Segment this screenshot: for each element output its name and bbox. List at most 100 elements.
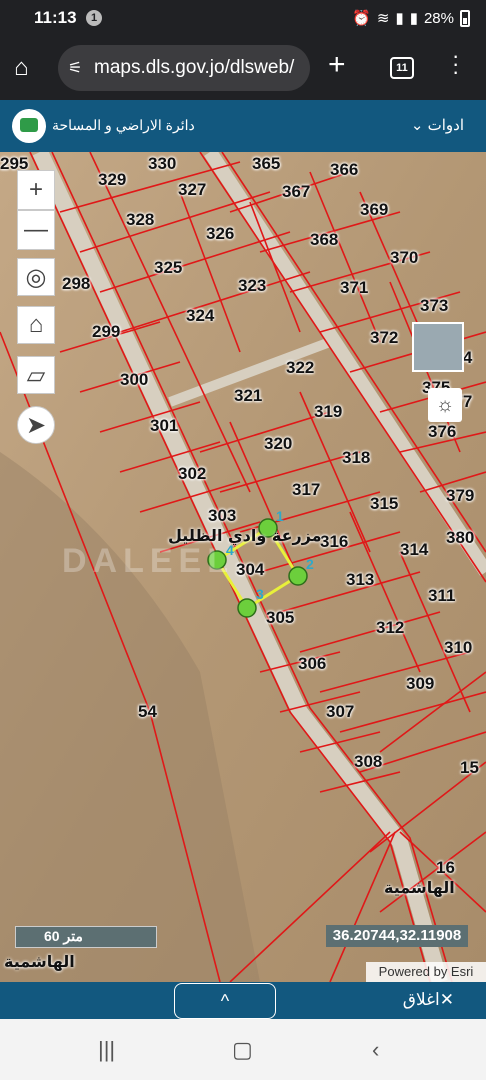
brightness-icon[interactable]: ☼: [428, 388, 462, 422]
parcel-label[interactable]: 299: [92, 322, 120, 342]
parcel-label[interactable]: 327: [178, 180, 206, 200]
parcel-label[interactable]: 309: [406, 674, 434, 694]
tools-label: ادوات: [427, 117, 464, 134]
wifi-icon: ≋: [376, 10, 390, 27]
close-icon: ✕: [439, 990, 454, 1009]
parcel-label[interactable]: 323: [238, 276, 266, 296]
basemap-thumbnail[interactable]: [412, 322, 464, 372]
parcel-label[interactable]: 318: [342, 448, 370, 468]
parcel-label[interactable]: 370: [390, 248, 418, 268]
parcel-label[interactable]: 319: [314, 402, 342, 422]
parcel-label[interactable]: 298: [62, 274, 90, 294]
tools-menu[interactable]: ⌄ ادوات: [411, 116, 464, 134]
url-text[interactable]: maps.dls.gov.jo/dlsweb/: [94, 57, 304, 79]
parcel-label[interactable]: 376: [428, 422, 456, 442]
parcel-label[interactable]: 367: [282, 182, 310, 202]
parcel-label[interactable]: 380: [446, 528, 474, 548]
parcel-label[interactable]: 16: [436, 858, 455, 878]
url-bar[interactable]: ⚟ maps.dls.gov.jo/dlsweb/: [58, 45, 310, 91]
parcel-label[interactable]: 371: [340, 278, 368, 298]
close-button[interactable]: اغلاق✕: [403, 990, 454, 1010]
parcel-label[interactable]: 368: [310, 230, 338, 250]
scale-bar: 60 متر: [15, 926, 157, 948]
parcel-label[interactable]: 369: [360, 200, 388, 220]
expand-panel-button[interactable]: ^: [174, 983, 276, 1019]
area-label: الهاشمية: [384, 878, 455, 897]
parcel-label[interactable]: 308: [354, 752, 382, 772]
parcel-label[interactable]: 321: [234, 386, 262, 406]
watermark: DALEEL: [62, 542, 234, 580]
parcel-label[interactable]: 325: [154, 258, 182, 278]
vertex-number: 4: [226, 542, 234, 558]
status-time: 11:13: [34, 8, 77, 27]
parcel-label[interactable]: 300: [120, 370, 148, 390]
parcel-label[interactable]: 324: [186, 306, 214, 326]
new-tab-button[interactable]: +: [328, 48, 346, 82]
battery-icon: [460, 9, 470, 27]
vertex-number: 1: [276, 508, 284, 524]
status-bar: 11:13 1 ⏰ ≋ ▮ ▮ 28%: [0, 0, 486, 36]
vertex-number: 2: [306, 556, 314, 572]
parcel-label[interactable]: 310: [444, 638, 472, 658]
parcel-label[interactable]: 379: [446, 486, 474, 506]
coordinates-readout: 36.20744,32.11908: [326, 925, 468, 947]
parcel-label[interactable]: 315: [370, 494, 398, 514]
parcel-label[interactable]: 15: [460, 758, 479, 778]
parcel-label[interactable]: 330: [148, 154, 176, 174]
map-view[interactable]: DALEEL 295 330 365 366 329 327 367 369 328 326 368…: [0, 152, 486, 982]
parcel-label[interactable]: 314: [400, 540, 428, 560]
parcel-label[interactable]: 317: [292, 480, 320, 500]
alarm-icon: ⏰: [352, 10, 371, 27]
parcel-label[interactable]: 328: [126, 210, 154, 230]
browser-toolbar: ⌂ ⚟ maps.dls.gov.jo/dlsweb/ + 11 · · ·: [0, 36, 486, 100]
app-header: دائرة الاراضي و المساحة ⌄ ادوات: [0, 100, 486, 152]
farm-name-label: مزرعة وادي الظليل: [168, 526, 322, 545]
parcel-label[interactable]: 303: [208, 506, 236, 526]
signal-icon: ▮: [395, 10, 404, 27]
parcel-label[interactable]: 304: [236, 560, 264, 580]
parcel-label[interactable]: 54: [138, 702, 157, 722]
parcel-label[interactable]: 372: [370, 328, 398, 348]
parcel-label[interactable]: 322: [286, 358, 314, 378]
chevron-down-icon: ⌄: [410, 117, 428, 134]
parcel-label[interactable]: 329: [98, 170, 126, 190]
status-indicators: ⏰ ≋ ▮ ▮ 28%: [352, 9, 470, 27]
parcel-label[interactable]: 365: [252, 154, 280, 174]
parcel-label[interactable]: 313: [346, 570, 374, 590]
battery-percentage: 28%: [423, 9, 454, 27]
area-label: الهاشمية: [4, 952, 75, 971]
home-extent-icon[interactable]: ⌂: [17, 306, 55, 344]
parcel-label[interactable]: 305: [266, 608, 294, 628]
parcel-label[interactable]: 311: [428, 586, 455, 606]
parcel-label[interactable]: 366: [330, 160, 358, 180]
vertex-number: 3: [256, 586, 264, 602]
parcel-label[interactable]: 326: [206, 224, 234, 244]
site-settings-icon[interactable]: ⚟: [68, 58, 82, 78]
scale-label: 60 متر: [44, 928, 83, 944]
home-icon[interactable]: ⌂: [14, 54, 44, 84]
measure-icon[interactable]: ▱: [17, 356, 55, 394]
parcel-label[interactable]: 306: [298, 654, 326, 674]
locate-icon[interactable]: ◎: [17, 258, 55, 296]
tab-switcher-button[interactable]: 11: [390, 57, 414, 79]
notification-badge: 1: [86, 10, 102, 26]
home-nav-icon[interactable]: ▢: [232, 1037, 253, 1063]
zoom-out-button[interactable]: —: [17, 210, 55, 250]
zoom-in-button[interactable]: +: [17, 170, 55, 210]
parcel-label[interactable]: 302: [178, 464, 206, 484]
recents-icon[interactable]: |||: [98, 1037, 115, 1063]
back-icon[interactable]: ‹: [372, 1037, 379, 1063]
esri-attribution[interactable]: Powered by Esri: [366, 962, 486, 982]
compass-icon[interactable]: ➤: [17, 406, 55, 444]
signal-icon-2: ▮: [409, 10, 418, 27]
parcel-label[interactable]: 307: [326, 702, 354, 722]
more-menu-icon[interactable]: · · ·: [452, 45, 459, 83]
parcel-label[interactable]: 316: [320, 532, 348, 552]
dls-logo: [12, 109, 46, 143]
parcel-label[interactable]: 373: [420, 296, 448, 316]
close-label: اغلاق: [402, 990, 440, 1009]
system-nav-bar: ||| ▢ ‹: [0, 1019, 486, 1080]
parcel-label[interactable]: 312: [376, 618, 404, 638]
parcel-label[interactable]: 320: [264, 434, 292, 454]
parcel-label[interactable]: 301: [150, 416, 178, 436]
